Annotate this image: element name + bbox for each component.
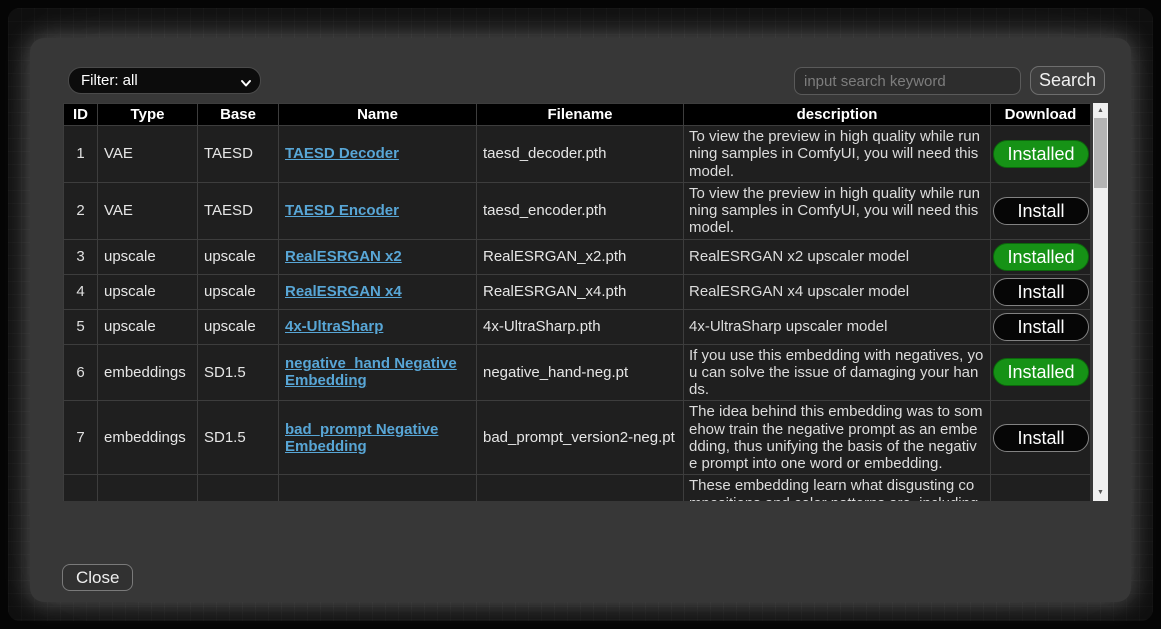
cell-name: TAESD Decoder xyxy=(279,126,477,183)
cell-name: bad_prompt Negative Embedding xyxy=(279,401,477,475)
table-header-row: ID Type Base Name Filename description D… xyxy=(64,104,1091,126)
cell-download: Installed xyxy=(991,239,1091,274)
cell-filename: negative_hand-neg.pt xyxy=(477,344,684,401)
cell-base xyxy=(198,475,279,501)
cell-id: 2 xyxy=(64,182,98,239)
cell-download: Install xyxy=(991,309,1091,344)
search-button[interactable]: Search xyxy=(1030,66,1105,95)
cell-base: upscale xyxy=(198,239,279,274)
column-header-description: description xyxy=(684,104,991,126)
scrollbar-down-arrow[interactable]: ▼ xyxy=(1093,486,1108,500)
cell-base: TAESD xyxy=(198,182,279,239)
table-row: 3upscaleupscaleRealESRGAN x2RealESRGAN_x… xyxy=(64,239,1091,274)
table-row: 6embeddingsSD1.5negative_hand Negative E… xyxy=(64,344,1091,401)
cell-name: RealESRGAN x2 xyxy=(279,239,477,274)
cell-type: upscale xyxy=(98,239,198,274)
install-button[interactable]: Install xyxy=(993,197,1089,225)
scrollbar-thumb[interactable] xyxy=(1094,118,1107,188)
cell-name: RealESRGAN x4 xyxy=(279,274,477,309)
column-header-download: Download xyxy=(991,104,1091,126)
cell-filename: RealESRGAN_x2.pth xyxy=(477,239,684,274)
column-header-id: ID xyxy=(64,104,98,126)
cell-base: upscale xyxy=(198,309,279,344)
cell-type: upscale xyxy=(98,274,198,309)
cell-id: 5 xyxy=(64,309,98,344)
cell-name: TAESD Encoder xyxy=(279,182,477,239)
cell-filename: bad_prompt_version2-neg.pt xyxy=(477,401,684,475)
cell-filename: 4x-UltraSharp.pth xyxy=(477,309,684,344)
cell-description: The idea behind this embedding was to so… xyxy=(684,401,991,475)
model-name-link[interactable]: RealESRGAN x2 xyxy=(285,248,402,265)
cell-filename: taesd_encoder.pth xyxy=(477,182,684,239)
installed-button[interactable]: Installed xyxy=(993,140,1089,168)
filter-dropdown[interactable]: Filter: all xyxy=(68,67,261,94)
cell-base: SD1.5 xyxy=(198,401,279,475)
cell-filename: RealESRGAN_x4.pth xyxy=(477,274,684,309)
cell-type: embeddings xyxy=(98,344,198,401)
cell-description: RealESRGAN x2 upscaler model xyxy=(684,239,991,274)
installed-button[interactable]: Installed xyxy=(993,243,1089,271)
install-button[interactable]: Install xyxy=(993,278,1089,306)
model-table: ID Type Base Name Filename description D… xyxy=(63,103,1090,501)
install-button[interactable]: Install xyxy=(993,424,1089,452)
cell-id xyxy=(64,475,98,501)
cell-type: upscale xyxy=(98,309,198,344)
close-button[interactable]: Close xyxy=(62,564,133,591)
cell-download: Installed xyxy=(991,344,1091,401)
table-body: 1VAETAESDTAESD Decodertaesd_decoder.pthT… xyxy=(64,126,1091,502)
cell-id: 1 xyxy=(64,126,98,183)
cell-download: Install xyxy=(991,182,1091,239)
column-header-name: Name xyxy=(279,104,477,126)
cell-id: 6 xyxy=(64,344,98,401)
cell-description: To view the preview in high quality whil… xyxy=(684,182,991,239)
cell-download: Installed xyxy=(991,126,1091,183)
model-table-wrap: ID Type Base Name Filename description D… xyxy=(63,103,1090,501)
cell-base: upscale xyxy=(198,274,279,309)
cell-type: VAE xyxy=(98,182,198,239)
cell-description: 4x-UltraSharp upscaler model xyxy=(684,309,991,344)
filter-dropdown-wrap: Filter: all xyxy=(68,67,261,94)
table-row: 1VAETAESD TAESD Decoder taesd_decoder.pthT… xyxy=(64,126,1091,183)
cell-type: VAE xyxy=(98,126,198,183)
cell-description: These embedding learn what disgusting co… xyxy=(684,475,991,501)
cell-type xyxy=(98,475,198,501)
cell-description: To view the preview in high quality whil… xyxy=(684,126,991,183)
model-name-link[interactable]: RealESRGAN x4 xyxy=(285,283,402,300)
cell-name xyxy=(279,475,477,501)
table-row: 5upscaleupscale4x-UltraSharp4x-UltraShar… xyxy=(64,309,1091,344)
cell-id: 7 xyxy=(64,401,98,475)
cell-base: TAESD xyxy=(198,126,279,183)
model-name-link[interactable]: 4x-UltraSharp xyxy=(285,318,383,335)
column-header-base: Base xyxy=(198,104,279,126)
table-row: 7embeddingsSD1.5bad_prompt Negative Embe… xyxy=(64,401,1091,475)
table-row: 2VAETAESD TAESD Encoder taesd_encoder.pthT… xyxy=(64,182,1091,239)
cell-filename: taesd_decoder.pth xyxy=(477,126,684,183)
cell-download xyxy=(991,475,1091,501)
cell-download: Install xyxy=(991,274,1091,309)
cell-name: 4x-UltraSharp xyxy=(279,309,477,344)
cell-id: 3 xyxy=(64,239,98,274)
cell-download: Install xyxy=(991,401,1091,475)
search-input[interactable] xyxy=(794,67,1021,95)
table-scrollbar[interactable]: ▲ ▼ xyxy=(1093,103,1108,501)
column-header-filename: Filename xyxy=(477,104,684,126)
model-name-link[interactable]: TAESD Decoder xyxy=(285,145,399,162)
model-manager-dialog: Filter: all Search ID Type Base Name Fil… xyxy=(30,38,1131,602)
table-row: These embedding learn what disgusting co… xyxy=(64,475,1091,501)
model-name-link[interactable]: bad_prompt Negative Embedding xyxy=(285,421,438,455)
cell-description: If you use this embedding with negatives… xyxy=(684,344,991,401)
cell-filename xyxy=(477,475,684,501)
cell-id: 4 xyxy=(64,274,98,309)
cell-name: negative_hand Negative Embedding xyxy=(279,344,477,401)
cell-type: embeddings xyxy=(98,401,198,475)
cell-description: RealESRGAN x4 upscaler model xyxy=(684,274,991,309)
cell-base: SD1.5 xyxy=(198,344,279,401)
column-header-type: Type xyxy=(98,104,198,126)
installed-button[interactable]: Installed xyxy=(993,358,1089,386)
model-name-link[interactable]: TAESD Encoder xyxy=(285,202,399,219)
table-row: 4upscaleupscaleRealESRGAN x4RealESRGAN_x… xyxy=(64,274,1091,309)
scrollbar-up-arrow[interactable]: ▲ xyxy=(1093,104,1108,118)
model-name-link[interactable]: negative_hand Negative Embedding xyxy=(285,355,457,389)
install-button[interactable]: Install xyxy=(993,313,1089,341)
